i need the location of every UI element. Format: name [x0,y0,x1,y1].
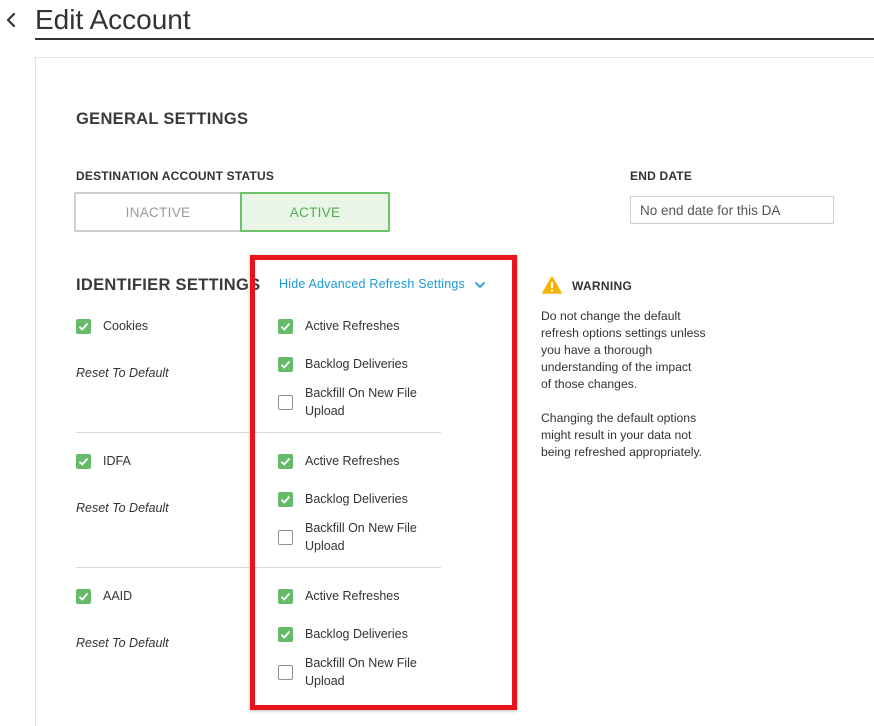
end-date-input[interactable] [630,196,834,224]
end-date-label: END DATE [630,169,693,183]
checkmark-icon [280,360,291,369]
warning-title: WARNING [572,279,633,293]
warning-triangle-icon [542,276,562,294]
aaid-backlog-deliveries-checkbox[interactable] [278,627,293,642]
status-inactive-button[interactable]: INACTIVE [74,192,240,232]
checkmark-icon [280,630,291,639]
checkmark-icon [78,592,89,601]
idfa-backfill-checkbox[interactable] [278,530,293,545]
checkmark-icon [280,322,291,331]
checkmark-icon [78,322,89,331]
idfa-label: IDFA [103,454,131,468]
aaid-backfill-checkbox[interactable] [278,665,293,680]
warning-paragraph-1: Do not change the default refresh option… [541,309,706,391]
page-title: Edit Account [35,4,191,35]
aaid-backfill-label: Backfill On New File Upload [305,656,417,688]
checkmark-icon [280,592,291,601]
identifier-settings-heading: IDENTIFIER SETTINGS [76,276,261,294]
aaid-backlog-deliveries-label: Backlog Deliveries [305,627,408,641]
idfa-active-refreshes-checkbox[interactable] [278,454,293,469]
cookies-backfill-label: Backfill On New File Upload [305,386,417,418]
idfa-checkbox[interactable] [76,454,91,469]
aaid-checkbox[interactable] [76,589,91,604]
idfa-backlog-deliveries-checkbox[interactable] [278,492,293,507]
cookies-active-refreshes-label: Active Refreshes [305,319,400,333]
cookies-label: Cookies [103,319,149,333]
title-divider [35,38,874,40]
group-divider [76,432,441,433]
aaid-label: AAID [103,589,133,603]
hide-advanced-settings-link[interactable]: Hide Advanced Refresh Settings [279,277,465,291]
cookies-backlog-deliveries-checkbox[interactable] [278,357,293,372]
group-divider [76,567,441,568]
settings-card [35,57,874,726]
general-settings-heading: GENERAL SETTINGS [76,110,249,128]
aaid-active-refreshes-checkbox[interactable] [278,589,293,604]
cookies-reset-link[interactable]: Reset To Default [76,366,169,380]
checkmark-icon [280,457,291,466]
cookies-active-refreshes-checkbox[interactable] [278,319,293,334]
aaid-reset-link[interactable]: Reset To Default [76,636,169,650]
status-active-button[interactable]: ACTIVE [240,192,390,232]
idfa-reset-link[interactable]: Reset To Default [76,501,169,515]
status-toggle-group: INACTIVE ACTIVE [74,192,390,232]
checkmark-icon [78,457,89,466]
aaid-active-refreshes-label: Active Refreshes [305,589,400,603]
idfa-backlog-deliveries-label: Backlog Deliveries [305,492,408,506]
back-chevron-icon[interactable] [4,10,18,30]
idfa-backfill-label: Backfill On New File Upload [305,521,417,553]
chevron-down-icon[interactable] [474,280,486,290]
checkmark-icon [280,495,291,504]
cookies-checkbox[interactable] [76,319,91,334]
status-label: DESTINATION ACCOUNT STATUS [76,169,275,183]
idfa-active-refreshes-label: Active Refreshes [305,454,400,468]
cookies-backfill-checkbox[interactable] [278,395,293,410]
cookies-backlog-deliveries-label: Backlog Deliveries [305,357,408,371]
warning-paragraph-2: Changing the default options might resul… [541,411,703,459]
